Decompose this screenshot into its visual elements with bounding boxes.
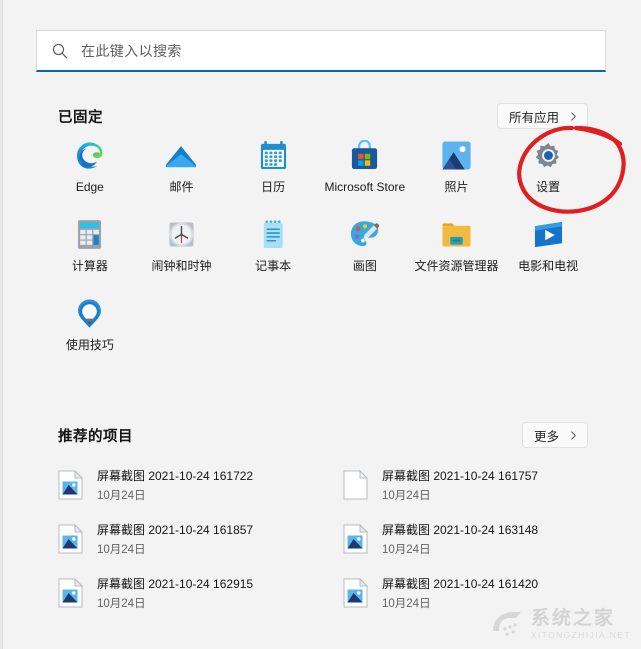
list-item[interactable]: 屏幕截图 2021-10-24 161722 10月24日: [52, 460, 327, 510]
mail-icon: [165, 139, 198, 172]
list-item[interactable]: 屏幕截图 2021-10-24 161420 10月24日: [337, 568, 612, 618]
app-label: Microsoft Store: [324, 180, 406, 194]
pinned-header: 已固定 所有应用: [58, 103, 588, 129]
recommended-items-grid: 屏幕截图 2021-10-24 161722 10月24日 屏幕截图 2021-…: [52, 460, 612, 618]
app-tile-tips[interactable]: 使用技巧: [44, 295, 136, 352]
app-tile-file-explorer[interactable]: 文件资源管理器: [411, 216, 503, 273]
search-icon: [52, 43, 68, 58]
image-file-icon: [343, 578, 369, 608]
app-tile-settings[interactable]: 设置: [502, 137, 594, 194]
more-button[interactable]: 更多: [521, 422, 588, 448]
file-name: 屏幕截图 2021-10-24 161857: [97, 523, 254, 537]
file-explorer-icon: [440, 218, 473, 251]
app-tile-calendar[interactable]: 日历: [227, 137, 319, 194]
file-name: 屏幕截图 2021-10-24 161722: [97, 469, 254, 483]
photos-icon: [440, 139, 473, 172]
window-left-edge: [0, 0, 3, 649]
app-tile-notepad[interactable]: 记事本: [227, 216, 319, 273]
app-tile-paint[interactable]: 画图: [319, 216, 411, 273]
file-date: 10月24日: [382, 490, 431, 502]
app-label: 计算器: [71, 259, 108, 274]
image-file-icon: [58, 524, 84, 554]
search-container[interactable]: 在此键入以搜索: [36, 30, 606, 72]
file-date: 10月24日: [97, 490, 146, 502]
app-tile-alarms-clock[interactable]: 闹钟和时钟: [136, 216, 228, 273]
chevron-right-icon: [571, 430, 576, 440]
file-date: 10月24日: [382, 598, 431, 610]
image-file-icon: [343, 524, 369, 554]
app-label: Edge: [75, 180, 104, 194]
movies-tv-icon: [532, 218, 565, 251]
app-label: 日历: [261, 180, 286, 194]
paint-icon: [348, 218, 381, 251]
tips-lightbulb-icon: [73, 297, 106, 330]
settings-gear-icon: [532, 139, 565, 172]
file-name: 屏幕截图 2021-10-24 161420: [382, 577, 539, 591]
list-item[interactable]: 屏幕截图 2021-10-24 161857 10月24日: [52, 514, 327, 564]
app-label: 使用技巧: [65, 338, 114, 353]
blank-file-icon: [343, 470, 369, 500]
file-name: 屏幕截图 2021-10-24 161757: [382, 469, 539, 483]
app-label: 记事本: [255, 259, 292, 274]
chevron-right-icon: [571, 111, 576, 121]
app-tile-edge[interactable]: Edge: [44, 137, 136, 194]
app-label: 邮件: [169, 180, 194, 194]
app-tile-movies-tv[interactable]: 电影和电视: [502, 216, 594, 273]
more-label: 更多: [533, 429, 559, 444]
all-apps-label: 所有应用: [508, 110, 559, 125]
file-name: 屏幕截图 2021-10-24 163148: [382, 523, 539, 537]
watermark-en-text: XITONGZHIJIA.NET: [530, 629, 631, 640]
list-item[interactable]: 屏幕截图 2021-10-24 161757 10月24日: [337, 460, 612, 510]
search-input[interactable]: 在此键入以搜索: [36, 30, 606, 72]
image-file-icon: [58, 470, 84, 500]
file-date: 10月24日: [382, 544, 431, 556]
app-label: 电影和电视: [518, 259, 579, 274]
list-item[interactable]: 屏幕截图 2021-10-24 163148 10月24日: [337, 514, 612, 564]
image-file-icon: [58, 578, 84, 608]
app-label: 照片: [444, 180, 469, 194]
list-item[interactable]: 屏幕截图 2021-10-24 162915 10月24日: [52, 568, 327, 618]
app-label: 画图: [352, 259, 377, 274]
microsoft-store-icon: [348, 139, 381, 172]
app-tile-photos[interactable]: 照片: [411, 137, 503, 194]
app-tile-calculator[interactable]: 计算器: [44, 216, 136, 273]
app-tile-microsoft-store[interactable]: Microsoft Store: [319, 137, 411, 194]
notepad-icon: [257, 218, 290, 251]
calculator-icon: [73, 218, 106, 251]
app-tile-mail[interactable]: 邮件: [136, 137, 228, 194]
recommended-header: 推荐的项目 更多: [58, 422, 588, 448]
search-placeholder-text: 在此键入以搜索: [81, 42, 182, 59]
all-apps-button[interactable]: 所有应用: [496, 103, 588, 129]
app-label: 设置: [536, 180, 561, 194]
app-label: 闹钟和时钟: [151, 259, 212, 274]
edge-icon: [73, 139, 106, 172]
file-date: 10月24日: [97, 544, 146, 556]
app-label: 文件资源管理器: [414, 259, 499, 274]
file-name: 屏幕截图 2021-10-24 162915: [97, 577, 254, 591]
calendar-icon: [257, 139, 290, 172]
file-date: 10月24日: [97, 598, 146, 610]
alarms-clock-icon: [165, 218, 198, 251]
pinned-title: 已固定: [58, 109, 103, 126]
recommended-title: 推荐的项目: [58, 428, 133, 445]
pinned-apps-grid: Edge 邮件 日历 Microsoft Store 照片 设置 计算器 闹钟和…: [44, 137, 594, 353]
